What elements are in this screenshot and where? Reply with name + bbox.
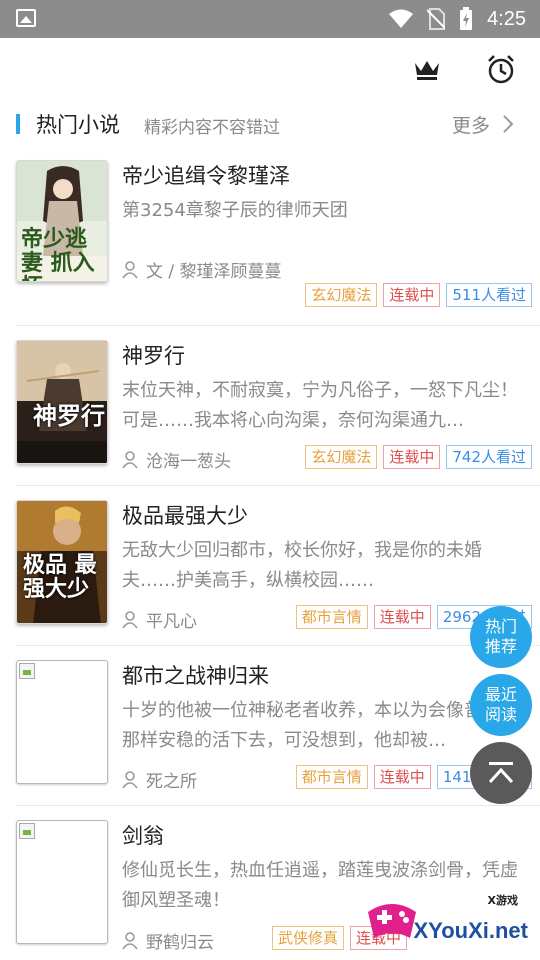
book-author: 野鹤归云: [122, 928, 214, 953]
alarm-button[interactable]: [484, 52, 518, 86]
status-badge: 连载中: [383, 445, 441, 469]
book-tags: 玄幻魔法 连载中 511人看过: [305, 283, 532, 307]
section-subtitle: 精彩内容不容错过: [144, 118, 280, 138]
wifi-icon: [389, 9, 414, 28]
book-author-name: 野鹤归云: [146, 933, 214, 953]
person-icon: [122, 770, 138, 788]
broken-image-icon: [19, 823, 35, 839]
book-title[interactable]: 都市之战神归来: [122, 660, 269, 690]
recent-read-label: 最近 阅读: [484, 685, 517, 724]
recent-read-button[interactable]: 最近 阅读: [470, 674, 532, 736]
book-list: 帝少逃妻 抓入怀 帝少追缉令黎瑾泽 第3254章黎子辰的律师天团 文 / 黎瑾泽…: [0, 146, 540, 960]
battery-charging-icon: [460, 7, 473, 30]
gallery-icon: [16, 9, 36, 27]
alarm-clock-icon: [488, 55, 514, 84]
list-item[interactable]: 都市之战神归来 十岁的他被一位神秘老者收养，本以为会像普通人那样安稳的活下去，可…: [16, 646, 540, 806]
vip-button[interactable]: [410, 52, 444, 86]
book-title[interactable]: 神罗行: [122, 340, 185, 370]
book-cover-text: 帝少逃妻 抓入怀: [21, 226, 95, 281]
book-description: 第3254章黎子辰的律师天团: [122, 200, 348, 221]
category-badge: 都市言情: [295, 605, 368, 629]
category-badge: 都市言情: [295, 765, 368, 789]
book-title[interactable]: 剑翁: [122, 820, 164, 850]
book-meta: 文 / 黎瑾泽顾蔓蔓 玄幻魔法 连载中 511人看过: [122, 257, 532, 307]
book-author-name: 文 / 黎瑾泽顾蔓蔓: [146, 262, 282, 282]
hot-recommend-button[interactable]: 热门 推荐: [470, 606, 532, 668]
list-item[interactable]: 极品 最强大少 极品最强大少 无敌大少回归都市，校长你好，我是你的未婚夫……护美…: [16, 486, 540, 646]
book-author-name: 平凡心: [146, 612, 197, 632]
person-icon: [122, 610, 138, 628]
views-badge: 742人看过: [446, 445, 532, 469]
back-to-top-icon: [488, 762, 514, 784]
section-header: 热门小说 精彩内容不容错过 更多: [0, 100, 540, 146]
book-cover[interactable]: [16, 660, 108, 784]
watermark-small-text: X游戏: [487, 894, 518, 907]
status-badge: 连载中: [373, 765, 431, 789]
book-title[interactable]: 帝少追缉令黎瑾泽: [122, 160, 290, 190]
system-icons: 4:25: [389, 0, 526, 38]
toolbar: [0, 38, 540, 100]
section-title: 热门小说: [36, 113, 120, 137]
broken-image-icon: [19, 663, 35, 679]
status-badge: 连载中: [373, 605, 431, 629]
book-cover[interactable]: 帝少逃妻 抓入怀: [16, 160, 108, 282]
back-to-top-button[interactable]: [470, 742, 532, 804]
section-accent-bar: [16, 114, 20, 134]
book-description: 无敌大少回归都市，校长你好，我是你的未婚夫……护美高手，纵横校园……: [122, 540, 482, 591]
status-time: 4:25: [487, 7, 526, 30]
watermark-brand: XYouXi.net: [413, 918, 529, 943]
more-link[interactable]: 更多: [452, 111, 490, 138]
book-cover[interactable]: 极品 最强大少: [16, 500, 108, 624]
views-badge: 511人看过: [446, 283, 532, 307]
status-badge: 连载中: [383, 283, 441, 307]
category-badge: 玄幻魔法: [305, 445, 378, 469]
category-badge: 武侠修真: [272, 926, 345, 950]
hot-recommend-label: 热门 推荐: [484, 617, 517, 656]
list-item[interactable]: 神罗行 神罗行 末位天神，不耐寂寞，宁为凡俗子，一怒下凡尘！可是……我本将心向沟…: [16, 326, 540, 486]
person-icon: [122, 450, 138, 468]
list-item[interactable]: 帝少逃妻 抓入怀 帝少追缉令黎瑾泽 第3254章黎子辰的律师天团 文 / 黎瑾泽…: [16, 146, 540, 326]
person-icon: [122, 260, 138, 278]
book-cover[interactable]: 神罗行: [16, 340, 108, 464]
category-badge: 玄幻魔法: [305, 283, 378, 307]
book-meta: 沧海一葱头 玄幻魔法 连载中 742人看过: [122, 445, 532, 472]
book-cover-text: 神罗行: [33, 401, 105, 430]
book-author-name: 死之所: [146, 772, 197, 792]
book-author: 沧海一葱头: [122, 447, 231, 472]
no-sim-icon: [427, 8, 446, 30]
person-icon: [122, 931, 138, 949]
status-bar: 4:25: [0, 0, 540, 38]
book-cover[interactable]: [16, 820, 108, 944]
book-author: 平凡心: [122, 607, 197, 632]
watermark: X游戏 XYouXi.net: [362, 890, 532, 950]
chevron-right-icon[interactable]: [502, 114, 514, 134]
book-tags: 玄幻魔法 连载中 742人看过: [305, 445, 532, 469]
book-cover-text: 极品 最强大少: [23, 552, 97, 602]
book-author-name: 沧海一葱头: [146, 452, 231, 472]
book-title[interactable]: 极品最强大少: [122, 500, 248, 530]
book-author: 死之所: [122, 767, 197, 792]
book-author: 文 / 黎瑾泽顾蔓蔓: [122, 257, 282, 282]
crown-icon: [415, 61, 439, 80]
book-description: 末位天神，不耐寂寞，宁为凡俗子，一怒下凡尘！可是……我本将心向沟渠，奈何沟渠通九…: [122, 380, 518, 431]
